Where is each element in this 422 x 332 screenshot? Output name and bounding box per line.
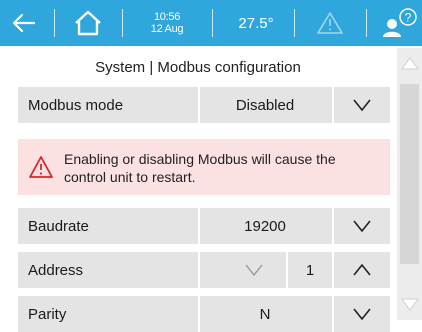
address-value[interactable]: 1	[288, 262, 332, 279]
home-icon	[75, 10, 101, 36]
address-label: Address	[28, 261, 84, 279]
modbus-mode-row: Modbus mode Disabled	[18, 87, 390, 123]
temperature-display: 27.5°	[238, 14, 274, 32]
scroll-up-button[interactable]	[397, 48, 422, 78]
topbar-divider	[54, 9, 55, 37]
parity-dropdown-button[interactable]	[334, 296, 390, 332]
svg-text:?: ?	[405, 11, 412, 25]
address-decrement-button[interactable]	[224, 252, 284, 288]
datetime-display: 10:56 12 Aug	[136, 0, 198, 46]
parity-row: Parity N	[18, 296, 390, 332]
arrow-left-icon	[12, 13, 36, 33]
address-increment-button[interactable]	[334, 252, 390, 288]
date-text: 12 Aug	[150, 23, 184, 35]
scrollbar[interactable]	[397, 48, 422, 320]
back-button[interactable]	[4, 0, 44, 46]
warning-triangle-icon	[29, 156, 53, 178]
topbar-divider	[294, 9, 295, 37]
time-text: 10:56	[153, 11, 181, 23]
scroll-down-button[interactable]	[397, 290, 422, 320]
baudrate-dropdown-button[interactable]	[334, 208, 390, 244]
warning-triangle-icon	[317, 12, 343, 34]
baudrate-value[interactable]: 19200	[200, 218, 330, 235]
chevron-down-icon	[353, 99, 371, 112]
modbus-mode-label: Modbus mode	[28, 96, 124, 114]
chevron-down-icon	[245, 264, 263, 277]
chevron-down-icon	[353, 308, 371, 321]
row-divider	[198, 252, 200, 288]
topbar-divider	[366, 9, 367, 37]
alerts-button[interactable]	[300, 0, 360, 46]
triangle-down-icon	[400, 298, 419, 311]
modbus-mode-dropdown-button[interactable]	[334, 87, 390, 123]
user-help-button[interactable]: ?	[380, 0, 420, 46]
restart-warning: Enabling or disabling Modbus will cause …	[18, 139, 390, 195]
scrollbar-thumb[interactable]	[400, 84, 419, 264]
address-row: Address 1	[18, 252, 390, 288]
topbar-divider	[212, 9, 213, 37]
chevron-down-icon	[353, 220, 371, 233]
triangle-up-icon	[400, 57, 419, 70]
warning-text: Enabling or disabling Modbus will cause …	[64, 151, 336, 185]
home-button[interactable]	[66, 0, 110, 46]
baudrate-row: Baudrate 19200	[18, 208, 390, 244]
user-help-icon: ?	[383, 8, 417, 37]
page-title: System | Modbus configuration	[95, 58, 301, 76]
modbus-mode-value[interactable]: Disabled	[200, 97, 330, 114]
baudrate-label: Baudrate	[28, 217, 89, 235]
topbar-divider	[122, 9, 123, 37]
top-bar: 10:56 12 Aug 27.5° ?	[0, 0, 422, 46]
chevron-up-icon	[353, 263, 371, 276]
